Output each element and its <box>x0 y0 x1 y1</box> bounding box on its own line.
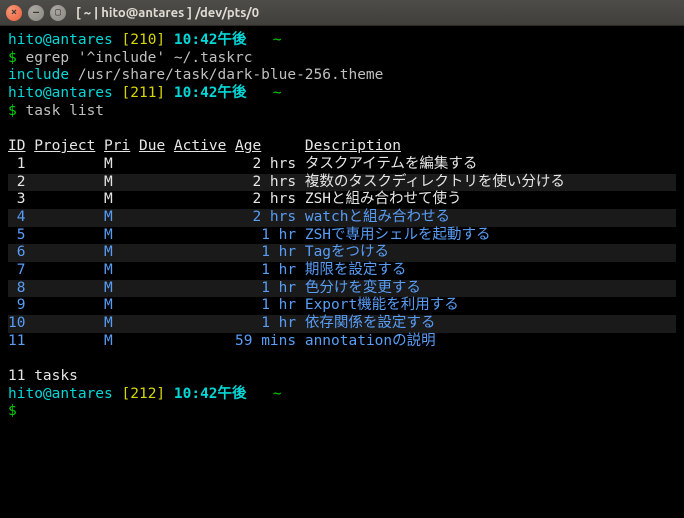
cell-pri: M <box>104 156 113 172</box>
terminal-body[interactable]: hito@antares [210] 10:42午後 ~ $ egrep '^i… <box>0 26 684 518</box>
table-row: 6 M 1 hr Tagをつける <box>8 244 676 262</box>
table-row: 2 M 2 hrs 複数のタスクディレクトリを使い分ける <box>8 174 676 192</box>
cell-pri: M <box>104 262 113 278</box>
cell-age: 1 hr <box>235 297 296 313</box>
window-title: [ ~ | hito@antares ] /dev/pts/0 <box>76 6 259 20</box>
col-active: Active <box>174 138 226 154</box>
maximize-icon[interactable]: ▢ <box>50 5 66 21</box>
col-pri: Pri <box>104 138 130 154</box>
task-summary: 11 tasks <box>8 368 78 384</box>
cell-pri: M <box>104 174 113 190</box>
table-row: 10 M 1 hr 依存関係を設定する <box>8 315 676 333</box>
table-row: 7 M 1 hr 期限を設定する <box>8 262 406 278</box>
cell-id: 4 <box>8 209 25 225</box>
cell-age: 2 hrs <box>235 156 296 172</box>
table-row: 8 M 1 hr 色分けを変更する <box>8 280 676 298</box>
cell-pri: M <box>104 191 113 207</box>
table-row: 4 M 2 hrs watchと組み合わせる <box>8 209 676 227</box>
command-text: egrep '^include' ~/.taskrc <box>25 50 252 66</box>
prompt-dollar: $ <box>8 50 17 66</box>
cell-desc: annotationの説明 <box>305 333 436 349</box>
cell-pri: M <box>104 280 113 296</box>
table-row: 1 M 2 hrs タスクアイテムを編集する <box>8 156 477 172</box>
cell-desc: 複数のタスクディレクトリを使い分ける <box>305 174 565 190</box>
cell-desc: 色分けを変更する <box>305 280 421 296</box>
cell-pri: M <box>104 315 113 331</box>
prompt-histnum: [212] <box>122 386 166 402</box>
col-due: Due <box>139 138 165 154</box>
table-row: 11 M 59 mins annotationの説明 <box>8 333 436 349</box>
prompt-time: 10:42午後 <box>174 85 247 101</box>
prompt-time: 10:42午後 <box>174 32 247 48</box>
table-row: 9 M 1 hr Export機能を利用する <box>8 297 459 313</box>
grep-match: include <box>8 67 69 83</box>
cell-pri: M <box>104 244 113 260</box>
cell-id: 2 <box>8 174 25 190</box>
cell-desc: Tagをつける <box>305 244 389 260</box>
cell-age: 1 hr <box>235 227 296 243</box>
cell-age: 1 hr <box>235 315 296 331</box>
prompt-marker: ~ <box>273 85 282 101</box>
prompt-time: 10:42午後 <box>174 386 247 402</box>
cell-pri: M <box>104 209 113 225</box>
prompt-marker: ~ <box>273 32 282 48</box>
table-row: 3 M 2 hrs ZSHと組み合わせて使う <box>8 191 462 207</box>
cell-age: 2 hrs <box>235 174 296 190</box>
cell-pri: M <box>104 333 113 349</box>
prompt-userhost: hito@antares <box>8 386 113 402</box>
close-icon[interactable]: × <box>6 5 22 21</box>
cell-id: 6 <box>8 244 25 260</box>
prompt-userhost: hito@antares <box>8 32 113 48</box>
cell-age: 2 hrs <box>235 209 296 225</box>
cell-id: 5 <box>8 227 25 243</box>
grep-rest: /usr/share/task/dark-blue-256.theme <box>69 67 383 83</box>
cell-age: 1 hr <box>235 280 296 296</box>
cell-age: 1 hr <box>235 262 296 278</box>
cell-age: 59 mins <box>235 333 296 349</box>
col-project: Project <box>34 138 95 154</box>
prompt-dollar: $ <box>8 103 17 119</box>
col-age: Age <box>235 138 261 154</box>
prompt-userhost: hito@antares <box>8 85 113 101</box>
terminal-window: × – ▢ [ ~ | hito@antares ] /dev/pts/0 hi… <box>0 0 684 518</box>
cell-id: 8 <box>8 280 25 296</box>
prompt-histnum: [211] <box>122 85 166 101</box>
cell-desc: 依存関係を設定する <box>305 315 436 331</box>
cell-desc: タスクアイテムを編集する <box>305 156 478 172</box>
minimize-icon[interactable]: – <box>28 5 44 21</box>
prompt-histnum: [210] <box>122 32 166 48</box>
cell-age: 1 hr <box>235 244 296 260</box>
col-desc: Description <box>305 138 401 154</box>
cell-pri: M <box>104 227 113 243</box>
cell-desc: watchと組み合わせる <box>305 209 450 225</box>
cell-desc: Export機能を利用する <box>305 297 459 313</box>
cell-desc: ZSHで専用シェルを起動する <box>305 227 491 243</box>
cell-id: 9 <box>8 297 25 313</box>
cell-id: 7 <box>8 262 25 278</box>
titlebar: × – ▢ [ ~ | hito@antares ] /dev/pts/0 <box>0 0 684 26</box>
cell-id: 11 <box>8 333 25 349</box>
prompt-dollar: $ <box>8 403 17 419</box>
table-row: 5 M 1 hr ZSHで専用シェルを起動する <box>8 227 491 243</box>
cell-desc: ZSHと組み合わせて使う <box>305 191 462 207</box>
cell-id: 3 <box>8 191 25 207</box>
command-text: task list <box>25 103 104 119</box>
cell-age: 2 hrs <box>235 191 296 207</box>
cell-desc: 期限を設定する <box>305 262 407 278</box>
col-id: ID <box>8 138 25 154</box>
prompt-marker: ~ <box>273 386 282 402</box>
cell-id: 1 <box>8 156 25 172</box>
cell-pri: M <box>104 297 113 313</box>
cell-id: 10 <box>8 315 25 331</box>
